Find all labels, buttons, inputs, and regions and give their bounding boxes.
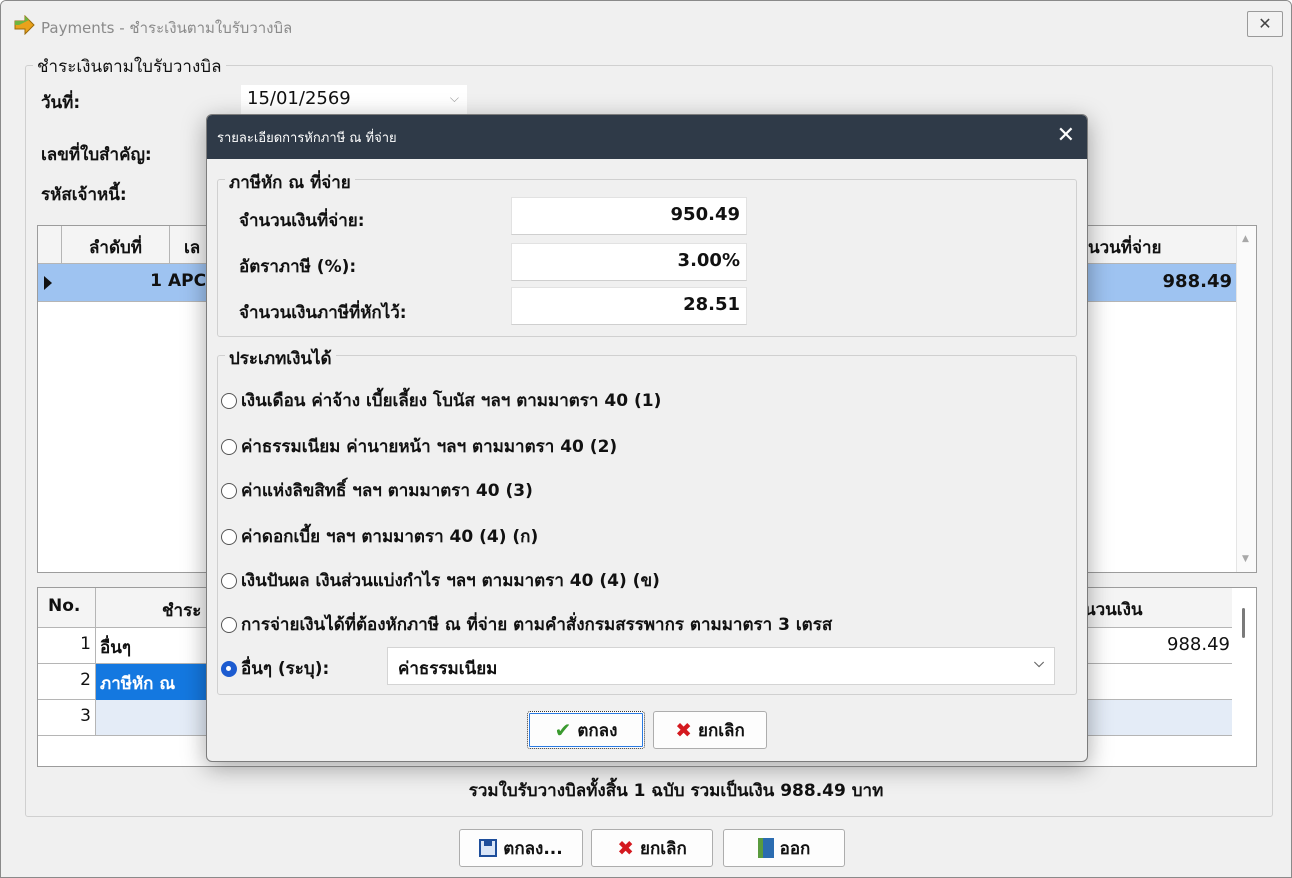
date-value: 15/01/2569 (247, 88, 351, 109)
chevron-down-icon[interactable]: ⌵ (1034, 656, 1044, 671)
income-type-label: ค่าแห่งลิขสิทธิ์ ฯลฯ ตามมาตรา 40 (3) (241, 481, 533, 501)
income-type-radio-4[interactable]: ค่าดอกเบี้ย ฯลฯ ตามมาตรา 40 (4) (ก) (221, 523, 538, 550)
header-indicator-cell (38, 226, 62, 264)
radio-unchecked-icon[interactable] (221, 392, 237, 409)
row-no: 2 (38, 664, 96, 699)
exit-button-label: ออก (779, 838, 811, 859)
row-seq: 1 (150, 271, 162, 291)
tax-group-caption: ภาษีหัก ณ ที่จ่าย (225, 169, 355, 196)
header-seq[interactable]: ลำดับที่ (62, 226, 170, 264)
tax-rate-label: อัตราภาษี (%): (239, 257, 357, 277)
income-group-caption: ประเภทเงินได้ (225, 345, 336, 372)
paid-amount-label: จำนวนเงินที่จ่าย: (239, 211, 365, 231)
tax-amount-field[interactable]: 28.51 (511, 287, 747, 325)
title-bar: Payments - ชำระเงินตามใบรับวางบิล ✕ (1, 1, 1291, 51)
scroll-up-icon[interactable]: ▲ (1242, 234, 1249, 244)
radio-unchecked-icon[interactable] (221, 482, 237, 499)
row-indicator-icon (44, 276, 52, 290)
income-type-label: เงินเดือน ค่าจ้าง เบี้ยเลี้ยง โบนัส ฯลฯ … (241, 391, 662, 411)
cancel-button-label: ยกเลิก (639, 838, 687, 859)
header-no[interactable]: No. (38, 588, 96, 628)
app-arrow-icon (14, 15, 35, 35)
groupbox-caption: ชำระเงินตามใบรับวางบิล (33, 53, 226, 80)
paid-amount-field[interactable]: 950.49 (511, 197, 747, 235)
income-type-label: เงินปันผล เงินส่วนแบ่งกำไร ฯลฯ ตามมาตรา … (241, 571, 660, 591)
date-label: วันที่: (41, 93, 81, 113)
exit-door-icon (757, 838, 774, 858)
row-code: APC (168, 271, 207, 291)
summary-text: รวมใบรับวางบิลทั้งสิ้น 1 ฉบับ รวมเป็นเงิ… (468, 781, 884, 801)
save-icon (479, 839, 498, 857)
row-paid-amount: 988.49 (1162, 271, 1232, 292)
tax-amount-label: จำนวนเงินภาษีที่หักไว้: (239, 303, 407, 323)
dialog-close-button[interactable]: ✕ (1057, 123, 1075, 148)
invoice-grid-scrollbar[interactable]: ▲ ▼ (1236, 226, 1256, 572)
cancel-button[interactable]: ✖ ยกเลิก (591, 829, 713, 867)
income-type-radio-5[interactable]: เงินปันผล เงินส่วนแบ่งกำไร ฯลฯ ตามมาตรา … (221, 567, 660, 594)
radio-checked-icon[interactable] (221, 660, 237, 677)
creditor-label: รหัสเจ้าหนี้: (41, 185, 127, 205)
dialog-ok-label: ตกลง (577, 720, 618, 741)
income-type-label: การจ่ายเงินได้ที่ต้องหักภาษี ณ ที่จ่าย ต… (241, 615, 833, 635)
header-pay[interactable]: ชำระ (162, 597, 201, 624)
tax-rate-field[interactable]: 3.00% (511, 243, 747, 281)
radio-unchecked-icon[interactable] (221, 528, 237, 545)
other-income-select[interactable]: ค่าธรรมเนียม ⌵ (387, 647, 1055, 685)
income-type-label: ค่าดอกเบี้ย ฯลฯ ตามมาตรา 40 (4) (ก) (241, 527, 539, 547)
scroll-thumb[interactable] (1242, 608, 1245, 638)
window-title: Payments - ชำระเงินตามใบรับวางบิล (41, 19, 293, 37)
income-type-radio-other[interactable]: อื่นๆ (ระบุ): (221, 655, 329, 682)
income-type-radio-6[interactable]: การจ่ายเงินได้ที่ต้องหักภาษี ณ ที่จ่าย ต… (221, 611, 832, 638)
header-paid[interactable]: นวนที่จ่าย (1086, 226, 1238, 264)
withholding-tax-dialog: รายละเอียดการหักภาษี ณ ที่จ่าย ✕ ภาษีหัก… (206, 114, 1088, 762)
radio-unchecked-icon[interactable] (221, 616, 237, 633)
exit-button[interactable]: ออก (723, 829, 845, 867)
dialog-cancel-button[interactable]: ✖ ยกเลิก (653, 711, 767, 749)
save-button[interactable]: ตกลง... (459, 829, 583, 867)
close-icon: ✖ (617, 836, 634, 860)
dialog-ok-button[interactable]: ✔ ตกลง (527, 711, 645, 749)
header-amount[interactable]: นวนเงิน (1082, 588, 1234, 628)
radio-unchecked-icon[interactable] (221, 572, 237, 589)
save-button-label: ตกลง... (503, 838, 563, 859)
scroll-down-icon[interactable]: ▼ (1242, 554, 1249, 564)
window-close-button[interactable]: ✕ (1247, 11, 1283, 37)
check-icon: ✔ (554, 718, 572, 742)
dialog-cancel-label: ยกเลิก (697, 720, 745, 741)
row-no: 1 (38, 628, 96, 663)
income-type-radio-2[interactable]: ค่าธรรมเนียม ค่านายหน้า ฯลฯ ตามมาตรา 40 … (221, 433, 617, 460)
doc-no-label: เลขที่ใบสำคัญ: (41, 145, 152, 165)
row-label-selected: ภาษีหัก ณ (96, 664, 216, 700)
income-type-radio-3[interactable]: ค่าแห่งลิขสิทธิ์ ฯลฯ ตามมาตรา 40 (3) (221, 477, 533, 504)
row-amount: 988.49 (1167, 634, 1230, 655)
payment-grid-scrollbar[interactable] (1232, 588, 1256, 766)
chevron-down-icon[interactable]: ⌵ (450, 91, 459, 106)
dialog-title: รายละเอียดการหักภาษี ณ ที่จ่าย (217, 131, 397, 146)
close-icon: ✖ (675, 718, 692, 742)
row-label: อื่นๆ (100, 638, 131, 658)
other-income-value: ค่าธรรมเนียม (398, 659, 498, 679)
row-no: 3 (38, 700, 96, 735)
other-label: อื่นๆ (ระบุ): (241, 659, 330, 679)
dialog-title-bar: รายละเอียดการหักภาษี ณ ที่จ่าย ✕ (207, 115, 1087, 159)
income-type-radio-1[interactable]: เงินเดือน ค่าจ้าง เบี้ยเลี้ยง โบนัส ฯลฯ … (221, 387, 661, 414)
radio-unchecked-icon[interactable] (221, 438, 237, 455)
income-type-label: ค่าธรรมเนียม ค่านายหน้า ฯลฯ ตามมาตรา 40 … (241, 437, 618, 457)
date-picker[interactable]: 15/01/2569 ⌵ (241, 85, 467, 115)
